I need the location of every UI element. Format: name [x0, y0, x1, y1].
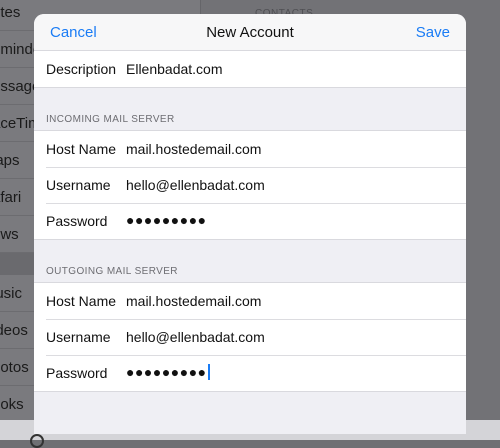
incoming-host-field[interactable]: mail.hostedemail.com: [126, 141, 261, 157]
outgoing-server-header: OUTGOING MAIL SERVER: [46, 266, 178, 277]
outgoing-password-label: Password: [46, 365, 108, 381]
incoming-host-label: Host Name: [46, 141, 117, 157]
sheet-title: New Account: [206, 24, 294, 41]
incoming-password-label: Password: [46, 213, 108, 229]
outgoing-username-field[interactable]: hello@ellenbadat.com: [126, 329, 265, 345]
incoming-username-field[interactable]: hello@ellenbadat.com: [126, 177, 265, 193]
outgoing-password-row[interactable]: Password ●●●●●●●●●: [34, 355, 466, 391]
incoming-password-field[interactable]: ●●●●●●●●●: [126, 212, 207, 228]
navigation-bar: Cancel New Account Save: [34, 14, 466, 51]
new-account-sheet: Cancel New Account Save Description Elle…: [34, 14, 466, 434]
outgoing-password-field[interactable]: ●●●●●●●●●: [126, 364, 210, 380]
description-field[interactable]: Ellenbadat.com: [126, 61, 223, 77]
outgoing-server-group: Host Name mail.hostedemail.com Username …: [34, 282, 466, 392]
text-cursor: [207, 364, 210, 380]
outgoing-host-label: Host Name: [46, 293, 117, 309]
incoming-server-group: Host Name mail.hostedemail.com Username …: [34, 130, 466, 240]
description-group: Description Ellenbadat.com: [34, 50, 466, 88]
outgoing-username-label: Username: [46, 329, 111, 345]
incoming-username-row[interactable]: Username hello@ellenbadat.com: [34, 167, 466, 203]
outgoing-host-field[interactable]: mail.hostedemail.com: [126, 293, 261, 309]
save-button[interactable]: Save: [416, 24, 450, 41]
incoming-username-label: Username: [46, 177, 111, 193]
incoming-password-row[interactable]: Password ●●●●●●●●●: [34, 203, 466, 239]
incoming-host-row[interactable]: Host Name mail.hostedemail.com: [34, 131, 466, 167]
dock-icon: [30, 434, 44, 448]
description-label: Description: [46, 61, 117, 77]
incoming-server-header: INCOMING MAIL SERVER: [46, 114, 175, 125]
description-row[interactable]: Description Ellenbadat.com: [34, 51, 466, 87]
outgoing-host-row[interactable]: Host Name mail.hostedemail.com: [34, 283, 466, 319]
outgoing-password-dots: ●●●●●●●●●: [126, 364, 207, 380]
outgoing-username-row[interactable]: Username hello@ellenbadat.com: [34, 319, 466, 355]
